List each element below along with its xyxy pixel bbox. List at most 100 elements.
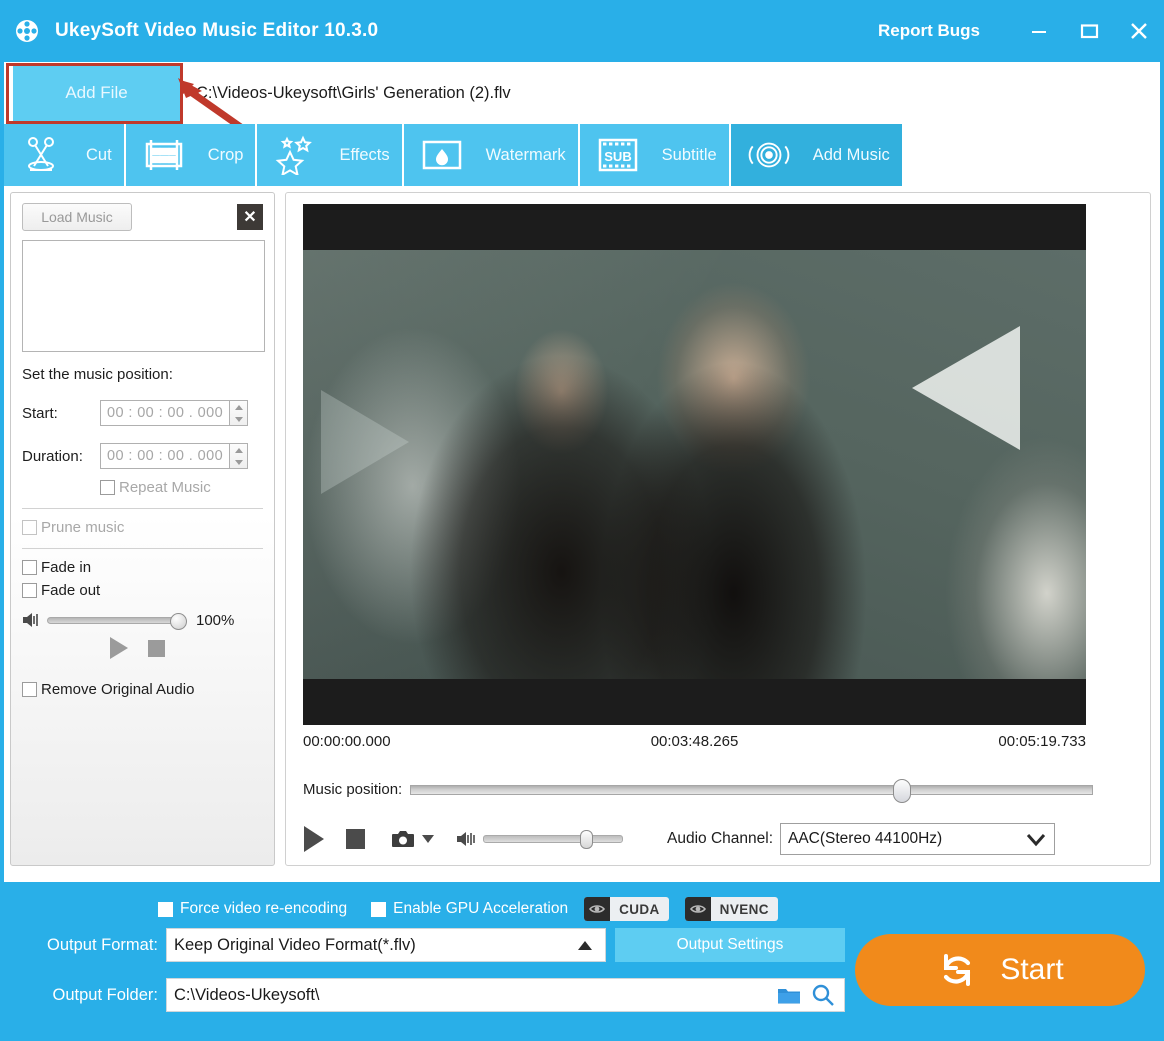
close-panel-button[interactable]: ✕ — [237, 204, 263, 230]
cuda-label: CUDA — [619, 901, 660, 917]
magnifier-icon[interactable] — [810, 983, 836, 1007]
tab-add-music[interactable]: Add Music — [730, 124, 904, 186]
scissors-icon — [20, 135, 64, 175]
music-volume-thumb[interactable] — [170, 612, 187, 630]
tab-subtitle[interactable]: SUB Subtitle — [579, 124, 731, 186]
audio-channel-label: Audio Channel: — [667, 830, 773, 847]
chevron-down-icon — [234, 459, 243, 465]
speaker-icon — [22, 611, 42, 629]
caret-up-shape — [578, 940, 592, 950]
prune-music-row: Prune music — [22, 519, 263, 536]
repeat-music-row: Repeat Music — [22, 479, 263, 496]
start-button[interactable]: Start — [855, 934, 1145, 1006]
output-format-row: Output Format: Keep Original Video Forma… — [38, 928, 845, 962]
output-format-select[interactable]: Keep Original Video Format(*.flv) — [166, 928, 606, 962]
repeat-music-label: Repeat Music — [119, 479, 211, 496]
report-bugs-link[interactable]: Report Bugs — [878, 21, 980, 41]
cuda-badge[interactable]: CUDA — [584, 897, 669, 921]
folder-icon[interactable] — [776, 984, 802, 1006]
decorative-triangle — [912, 326, 1020, 450]
load-music-button[interactable]: Load Music — [22, 203, 132, 231]
music-settings-panel: Load Music ✕ Set the music position: Sta… — [10, 192, 275, 866]
remove-original-audio-checkbox[interactable] — [22, 682, 37, 697]
audio-channel-select[interactable]: AAC(Stereo 44100Hz) — [780, 823, 1055, 855]
stop-icon[interactable] — [148, 639, 165, 657]
svg-text:SUB: SUB — [604, 149, 631, 164]
output-folder-input[interactable]: C:\Videos-Ukeysoft\ — [166, 978, 845, 1012]
duration-label: Duration: — [22, 447, 83, 465]
chevron-up-icon — [234, 447, 243, 453]
divider — [22, 508, 263, 509]
chevron-up-icon[interactable] — [565, 929, 605, 961]
prune-music-checkbox[interactable] — [22, 520, 37, 535]
video-frame-image — [303, 250, 1086, 679]
music-position-slider[interactable] — [410, 778, 1093, 803]
tab-effects[interactable]: Effects — [257, 124, 404, 186]
fade-out-label: Fade out — [41, 582, 101, 599]
fade-out-checkbox[interactable] — [22, 583, 37, 598]
output-folder-value: C:\Videos-Ukeysoft\ — [174, 985, 320, 1004]
nvenc-badge[interactable]: NVENC — [684, 897, 778, 921]
close-button[interactable] — [1114, 0, 1164, 62]
stars-icon — [273, 135, 317, 175]
tab-label: Effects — [339, 145, 390, 164]
crop-frame-icon — [142, 135, 186, 175]
output-folder-label: Output Folder: — [52, 985, 158, 1004]
nvenc-label: NVENC — [719, 901, 769, 917]
audio-channel-value: AAC(Stereo 44100Hz) — [788, 830, 943, 847]
editor-tab-bar: Cut Crop Effects Watermark SUB Subtitle … — [4, 124, 1160, 186]
chevron-down-icon[interactable] — [1018, 824, 1054, 854]
video-preview[interactable] — [303, 204, 1086, 725]
player-volume-thumb[interactable] — [580, 830, 593, 849]
fade-in-row: Fade in — [22, 559, 263, 576]
force-reencode-checkbox[interactable] — [158, 901, 173, 917]
music-volume-slider[interactable] — [47, 612, 187, 630]
tab-label: Add Music — [812, 145, 890, 164]
duration-input[interactable]: 00 : 00 : 00 . 000 — [100, 443, 230, 469]
snapshot-dropdown-icon[interactable] — [422, 835, 434, 843]
load-music-row: Load Music ✕ — [22, 203, 263, 231]
music-position-label: Music position: — [303, 781, 403, 798]
minimize-button[interactable] — [1014, 0, 1064, 62]
window-title: UkeySoft Video Music Editor 10.3.0 — [55, 20, 379, 41]
play-icon[interactable] — [110, 637, 128, 659]
title-bar: UkeySoft Video Music Editor 10.3.0 Repor… — [0, 0, 1164, 62]
player-play-icon[interactable] — [304, 826, 324, 852]
remove-original-audio-label: Remove Original Audio — [41, 681, 195, 698]
tab-watermark[interactable]: Watermark — [403, 124, 580, 186]
enable-gpu-checkbox[interactable] — [371, 901, 387, 917]
tab-label: Watermark — [485, 145, 566, 164]
film-reel-icon — [13, 17, 41, 45]
player-volume-slider[interactable] — [483, 830, 623, 849]
add-file-button[interactable]: Add File — [13, 64, 180, 122]
duration-stepper[interactable] — [230, 443, 248, 469]
tab-crop[interactable]: Crop — [125, 124, 258, 186]
tab-cut[interactable]: Cut — [4, 124, 126, 186]
output-settings-button[interactable]: Output Settings — [615, 928, 845, 962]
music-position-thumb[interactable] — [893, 778, 912, 803]
fade-out-row: Fade out — [22, 582, 263, 599]
nvidia-eye-icon — [584, 897, 611, 921]
minimize-icon — [1032, 31, 1046, 33]
selected-file-path: C:\Videos-Ukeysoft\Girls' Generation (2)… — [196, 83, 511, 102]
start-time-input[interactable]: 00 : 00 : 00 . 000 — [100, 400, 230, 426]
player-stop-icon[interactable] — [346, 829, 365, 849]
repeat-music-checkbox[interactable] — [100, 480, 115, 495]
refresh-cycle-icon — [936, 949, 978, 991]
target-rings-icon — [747, 135, 791, 175]
fade-in-checkbox[interactable] — [22, 560, 37, 575]
music-list-box[interactable] — [22, 240, 265, 352]
snapshot-camera-icon[interactable] — [391, 829, 415, 849]
output-folder-actions — [776, 983, 844, 1007]
enable-gpu-label: Enable GPU Acceleration — [393, 900, 569, 917]
divider — [22, 548, 263, 549]
maximize-button[interactable] — [1064, 0, 1114, 62]
start-time-stepper[interactable] — [230, 400, 248, 426]
time-current: 00:03:48.265 — [650, 733, 739, 750]
tab-label: Subtitle — [661, 145, 717, 164]
tab-bar-spacer — [903, 124, 1160, 186]
duration-row: Duration: 00 : 00 : 00 . 000 — [22, 443, 263, 469]
timeline-timestamps: 00:00:00.000 00:03:48.265 00:05:19.733 — [303, 733, 1086, 750]
start-time-row: Start: 00 : 00 : 00 . 000 — [22, 400, 263, 426]
fade-in-label: Fade in — [41, 559, 92, 576]
